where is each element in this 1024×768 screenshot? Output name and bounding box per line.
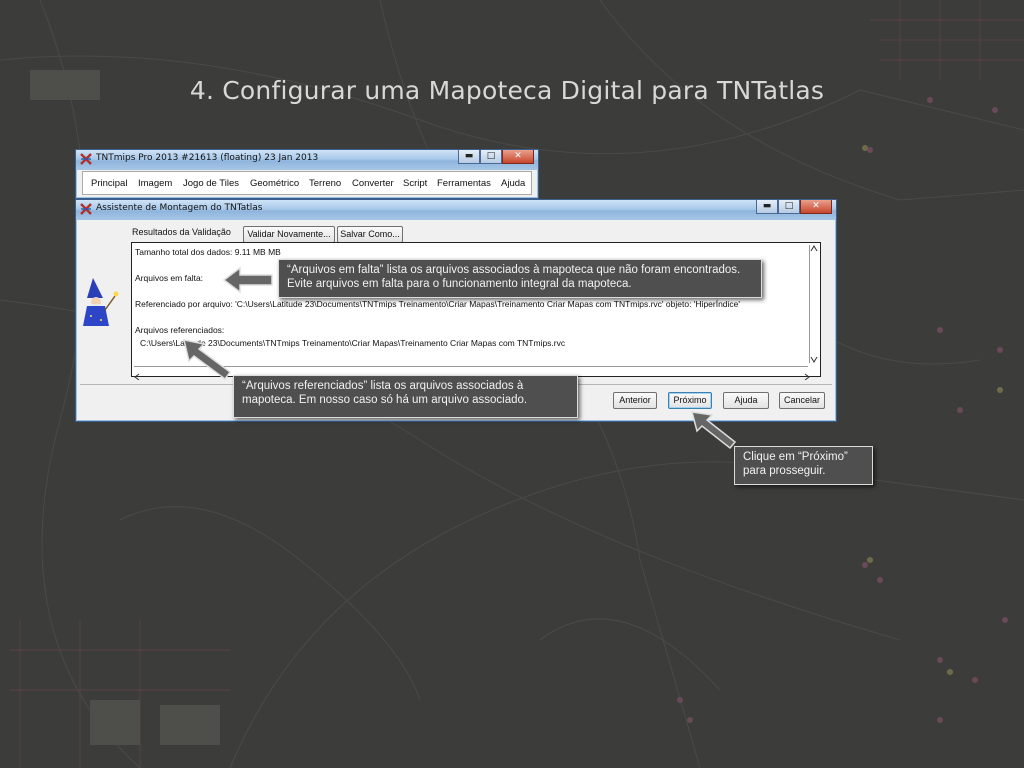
- next-button[interactable]: Próximo: [668, 392, 712, 409]
- arrow-referenced-icon: [182, 339, 232, 381]
- menu-imagem[interactable]: Imagem: [138, 178, 172, 189]
- save-as-button[interactable]: Salvar Como...: [337, 226, 403, 243]
- menu-geometrico[interactable]: Geométrico: [250, 178, 299, 189]
- wizard-mascot-icon: [83, 278, 119, 326]
- missing-files-callout: “Arquivos em falta” lista os arquivos as…: [278, 259, 762, 298]
- menu-principal[interactable]: Principal: [91, 178, 127, 189]
- previous-button[interactable]: Anterior: [613, 392, 657, 409]
- menu-ferramentas[interactable]: Ferramentas: [437, 178, 491, 189]
- maximize-button[interactable]: □: [778, 200, 800, 214]
- data-size-line: Tamanho total dos dados: 9.11 MB MB: [135, 247, 281, 257]
- referenced-by-line: Referenciado por arquivo: 'C:\Users\Lati…: [135, 299, 741, 309]
- main-menubar: Principal Imagem Jogo de Tiles Geométric…: [82, 171, 532, 195]
- main-window-titlebar[interactable]: TNTmips Pro 2013 #21613 (floating) 23 Ja…: [76, 150, 538, 170]
- menu-script[interactable]: Script: [403, 178, 427, 189]
- referenced-files-label: Arquivos referenciados:: [135, 325, 225, 335]
- maximize-button[interactable]: □: [480, 150, 502, 164]
- report-horizontal-scrollbar[interactable]: [134, 366, 810, 381]
- main-window: TNTmips Pro 2013 #21613 (floating) 23 Ja…: [75, 149, 539, 199]
- arrow-missing-icon: [222, 266, 273, 294]
- arrow-next-icon: [690, 411, 737, 450]
- next-callout: Clique em “Próximo” para prosseguir.: [734, 446, 873, 485]
- close-button[interactable]: ✕: [502, 150, 534, 164]
- validation-results-label: Resultados da Validação: [132, 227, 231, 237]
- cancel-button[interactable]: Cancelar: [779, 392, 825, 409]
- wizard-titlebar[interactable]: Assistente de Montagem do TNTatlas ▬ □ ✕: [76, 200, 836, 220]
- menu-ajuda[interactable]: Ajuda: [501, 178, 525, 189]
- tntmips-app-icon: [80, 203, 92, 215]
- menu-converter[interactable]: Converter: [352, 178, 394, 189]
- menu-terreno[interactable]: Terreno: [309, 178, 341, 189]
- tntmips-app-icon: [80, 153, 92, 165]
- missing-files-label: Arquivos em falta:: [135, 273, 204, 283]
- validate-again-button[interactable]: Validar Novamente...: [243, 226, 335, 243]
- wizard-title: Assistente de Montagem do TNTatlas: [96, 203, 263, 213]
- referenced-files-callout: “Arquivos referenciados” lista os arquiv…: [233, 375, 578, 418]
- minimize-button[interactable]: ▬: [458, 150, 480, 164]
- slide-title: 4. Configurar uma Mapoteca Digital para …: [189, 76, 825, 105]
- close-button[interactable]: ✕: [800, 200, 832, 214]
- report-vertical-scrollbar[interactable]: [809, 245, 818, 363]
- main-window-title: TNTmips Pro 2013 #21613 (floating) 23 Ja…: [96, 153, 319, 163]
- minimize-button[interactable]: ▬: [756, 200, 778, 214]
- help-button[interactable]: Ajuda: [723, 392, 769, 409]
- menu-jogo-de-tiles[interactable]: Jogo de Tiles: [183, 178, 239, 189]
